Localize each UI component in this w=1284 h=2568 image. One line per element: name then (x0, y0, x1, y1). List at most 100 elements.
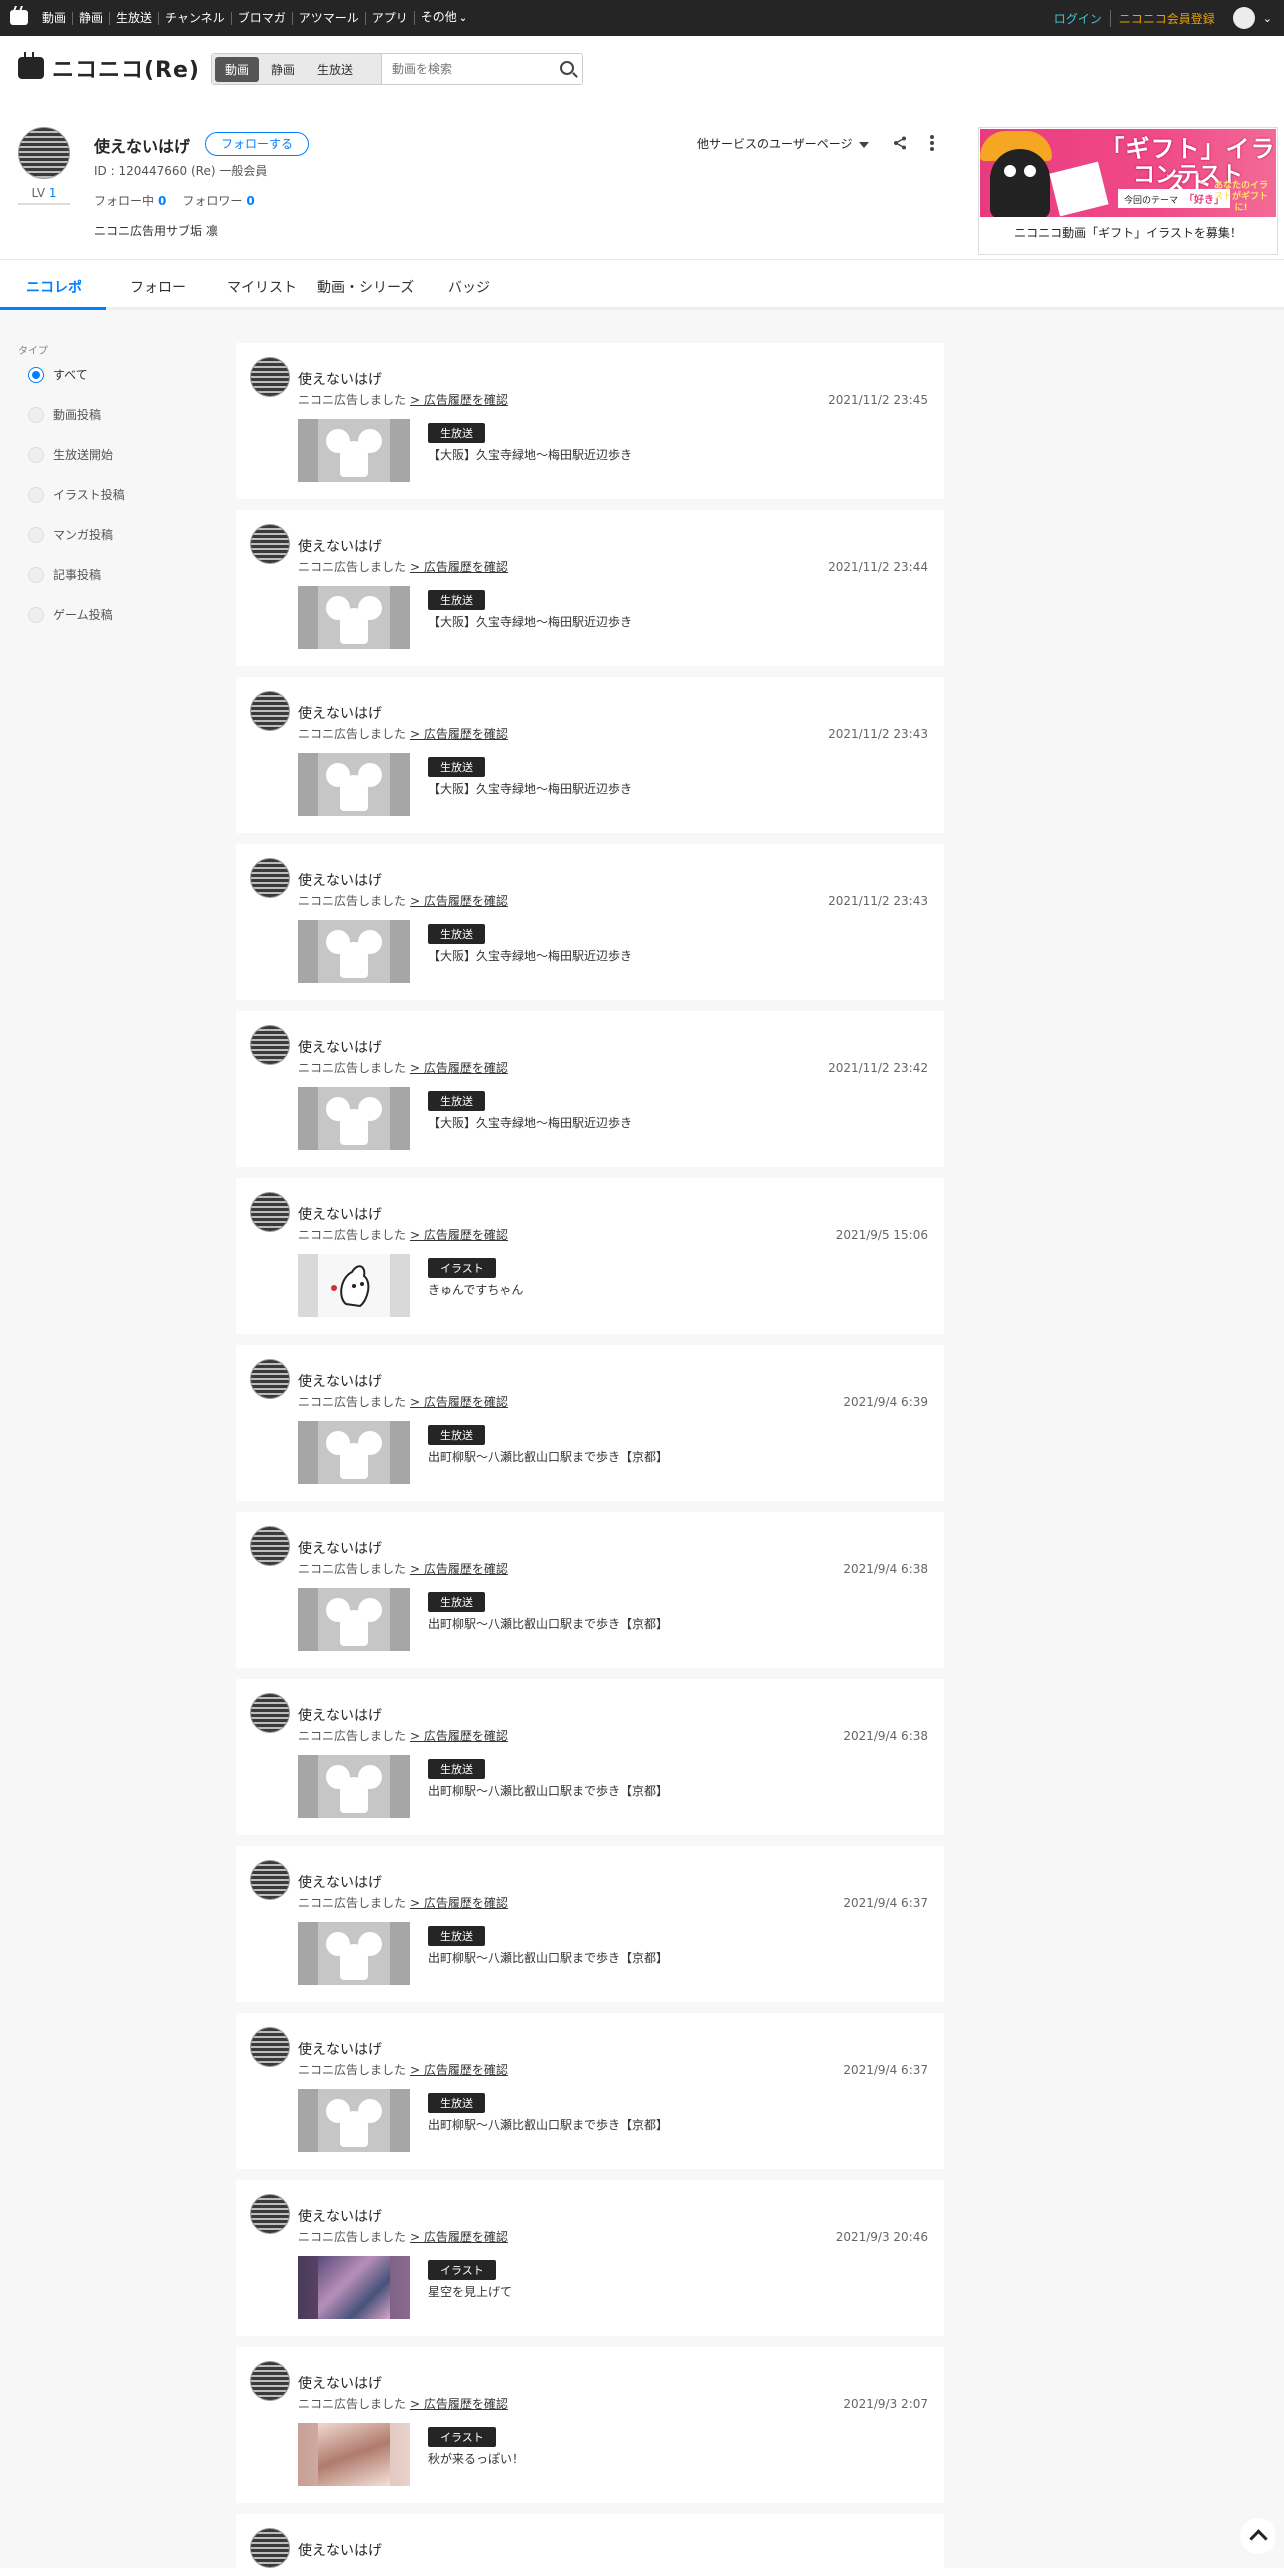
ad-banner[interactable]: 「ギフト」イラスト コンテスト 今回のテーマ 「好き」 あなたのイラストがギフトに… (978, 127, 1278, 255)
ad-history-link[interactable]: > 広告履歴を確認 (410, 1395, 508, 1409)
search-icon[interactable] (560, 61, 574, 75)
feed-thumbnail[interactable] (298, 2256, 410, 2319)
feed-title[interactable]: 【大阪】久宝寺緑地～梅田駅近辺歩き (428, 780, 632, 797)
feed-thumbnail[interactable] (298, 753, 410, 816)
nav-link-blomaga[interactable]: ブロマガ (230, 11, 292, 25)
follow-button[interactable]: フォローする (205, 132, 309, 156)
search-input[interactable] (392, 59, 542, 79)
feed-thumbnail[interactable] (298, 1421, 410, 1484)
feed-thumbnail[interactable] (298, 419, 410, 482)
share-icon[interactable] (893, 136, 907, 150)
feed-user-avatar[interactable] (250, 357, 290, 397)
chevron-down-icon[interactable]: ⌄ (1263, 12, 1272, 25)
feed-user-avatar[interactable] (250, 1860, 290, 1900)
ad-history-link[interactable]: > 広告履歴を確認 (410, 727, 508, 741)
feed-title[interactable]: 出町柳駅～八瀬比叡山口駅まで歩き【京都】 (428, 1782, 668, 1799)
feed-title[interactable]: 秋が来るっぽい！ (428, 2450, 524, 2467)
filter-illust[interactable]: イラスト投稿 (28, 486, 125, 503)
feed-user-avatar[interactable] (250, 691, 290, 731)
search-tab-seiga[interactable]: 静画 (261, 57, 305, 82)
feed-user-avatar[interactable] (250, 1693, 290, 1733)
niconico-logo[interactable]: ニコニコ(Re) (18, 52, 202, 84)
nav-link-app[interactable]: アプリ (364, 11, 414, 25)
login-link[interactable]: ログイン (1054, 10, 1102, 27)
filter-manga[interactable]: マンガ投稿 (28, 526, 113, 543)
following-count[interactable]: フォロー中 0 (94, 192, 166, 209)
feed-title[interactable]: 【大阪】久宝寺緑地～梅田駅近辺歩き (428, 446, 632, 463)
feed-user-avatar[interactable] (250, 2361, 290, 2401)
follower-count[interactable]: フォロワー 0 (182, 192, 254, 209)
feed-user-name[interactable]: 使えないはげ (298, 1538, 382, 1558)
other-services-dropdown[interactable]: 他サービスのユーザーページ (697, 135, 869, 152)
nav-link-video[interactable]: 動画 (38, 11, 72, 25)
feed-title[interactable]: 【大阪】久宝寺緑地～梅田駅近辺歩き (428, 1114, 632, 1131)
tab-nicorepo[interactable]: ニコレポ (26, 277, 82, 297)
feed-title[interactable]: 出町柳駅～八瀬比叡山口駅まで歩き【京都】 (428, 2116, 668, 2133)
feed-user-name[interactable]: 使えないはげ (298, 1371, 382, 1391)
feed-user-name[interactable]: 使えないはげ (298, 2373, 382, 2393)
filter-game[interactable]: ゲーム投稿 (28, 606, 113, 623)
feed-thumbnail[interactable] (298, 586, 410, 649)
feed-user-name[interactable]: 使えないはげ (298, 1204, 382, 1224)
nav-link-more[interactable]: その他 ⌄ (413, 11, 473, 25)
feed-thumbnail[interactable] (298, 1254, 410, 1317)
nav-link-atsumaru[interactable]: アツマール (291, 11, 365, 25)
scroll-to-top-button[interactable] (1240, 2518, 1276, 2554)
feed-title[interactable]: 【大阪】久宝寺緑地～梅田駅近辺歩き (428, 947, 632, 964)
niconico-tv-icon[interactable] (10, 10, 28, 25)
feed-thumbnail[interactable] (298, 2089, 410, 2152)
tab-mylist[interactable]: マイリスト (227, 277, 297, 297)
feed-user-avatar[interactable] (250, 524, 290, 564)
feed-user-name[interactable]: 使えないはげ (298, 2540, 382, 2560)
tab-badge[interactable]: バッジ (448, 277, 490, 297)
feed-title[interactable]: 【大阪】久宝寺緑地～梅田駅近辺歩き (428, 613, 632, 630)
tab-videos-series[interactable]: 動画・シリーズ (317, 277, 414, 297)
feed-user-name[interactable]: 使えないはげ (298, 703, 382, 723)
feed-user-avatar[interactable] (250, 2528, 290, 2568)
feed-user-name[interactable]: 使えないはげ (298, 2206, 382, 2226)
feed-thumbnail[interactable] (298, 1087, 410, 1150)
filter-all[interactable]: すべて (28, 366, 88, 383)
ad-history-link[interactable]: > 広告履歴を確認 (410, 894, 508, 908)
feed-user-avatar[interactable] (250, 1359, 290, 1399)
register-link[interactable]: ニコニコ会員登録 (1109, 9, 1215, 27)
feed-thumbnail[interactable] (298, 2423, 410, 2486)
feed-user-avatar[interactable] (250, 1025, 290, 1065)
feed-user-name[interactable]: 使えないはげ (298, 870, 382, 890)
search-tab-video[interactable]: 動画 (215, 56, 260, 82)
feed-thumbnail[interactable] (298, 1755, 410, 1818)
feed-thumbnail[interactable] (298, 920, 410, 983)
search-tab-live[interactable]: 生放送 (307, 57, 363, 82)
ad-caption[interactable]: ニコニコ動画「ギフト」イラストを募集！ (979, 224, 1277, 241)
ad-history-link[interactable]: > 広告履歴を確認 (410, 1228, 508, 1242)
nav-link-seiga[interactable]: 静画 (72, 11, 109, 25)
ad-history-link[interactable]: > 広告履歴を確認 (410, 2397, 508, 2411)
filter-article[interactable]: 記事投稿 (28, 566, 101, 583)
feed-user-avatar[interactable] (250, 1526, 290, 1566)
feed-title[interactable]: 出町柳駅～八瀬比叡山口駅まで歩き【京都】 (428, 1949, 668, 1966)
filter-live[interactable]: 生放送開始 (28, 446, 113, 463)
feed-user-avatar[interactable] (250, 858, 290, 898)
feed-user-name[interactable]: 使えないはげ (298, 1037, 382, 1057)
feed-user-name[interactable]: 使えないはげ (298, 536, 382, 556)
feed-thumbnail[interactable] (298, 1922, 410, 1985)
feed-title[interactable]: 出町柳駅～八瀬比叡山口駅まで歩き【京都】 (428, 1615, 668, 1632)
feed-title[interactable]: 星空を見上げて (428, 2283, 512, 2300)
ad-history-link[interactable]: > 広告履歴を確認 (410, 1061, 508, 1075)
feed-user-avatar[interactable] (250, 2027, 290, 2067)
feed-user-name[interactable]: 使えないはげ (298, 1872, 382, 1892)
feed-thumbnail[interactable] (298, 1588, 410, 1651)
feed-user-name[interactable]: 使えないはげ (298, 369, 382, 389)
ad-history-link[interactable]: > 広告履歴を確認 (410, 393, 508, 407)
feed-user-name[interactable]: 使えないはげ (298, 1705, 382, 1725)
feed-user-avatar[interactable] (250, 2194, 290, 2234)
feed-title[interactable]: 出町柳駅～八瀬比叡山口駅まで歩き【京都】 (428, 1448, 668, 1465)
tab-follow[interactable]: フォロー (130, 277, 186, 297)
nav-link-channel[interactable]: チャンネル (158, 11, 231, 25)
ad-history-link[interactable]: > 広告履歴を確認 (410, 2230, 508, 2244)
ad-history-link[interactable]: > 広告履歴を確認 (410, 1729, 508, 1743)
ad-history-link[interactable]: > 広告履歴を確認 (410, 2063, 508, 2077)
ad-history-link[interactable]: > 広告履歴を確認 (410, 560, 508, 574)
ad-history-link[interactable]: > 広告履歴を確認 (410, 1896, 508, 1910)
feed-user-avatar[interactable] (250, 1192, 290, 1232)
